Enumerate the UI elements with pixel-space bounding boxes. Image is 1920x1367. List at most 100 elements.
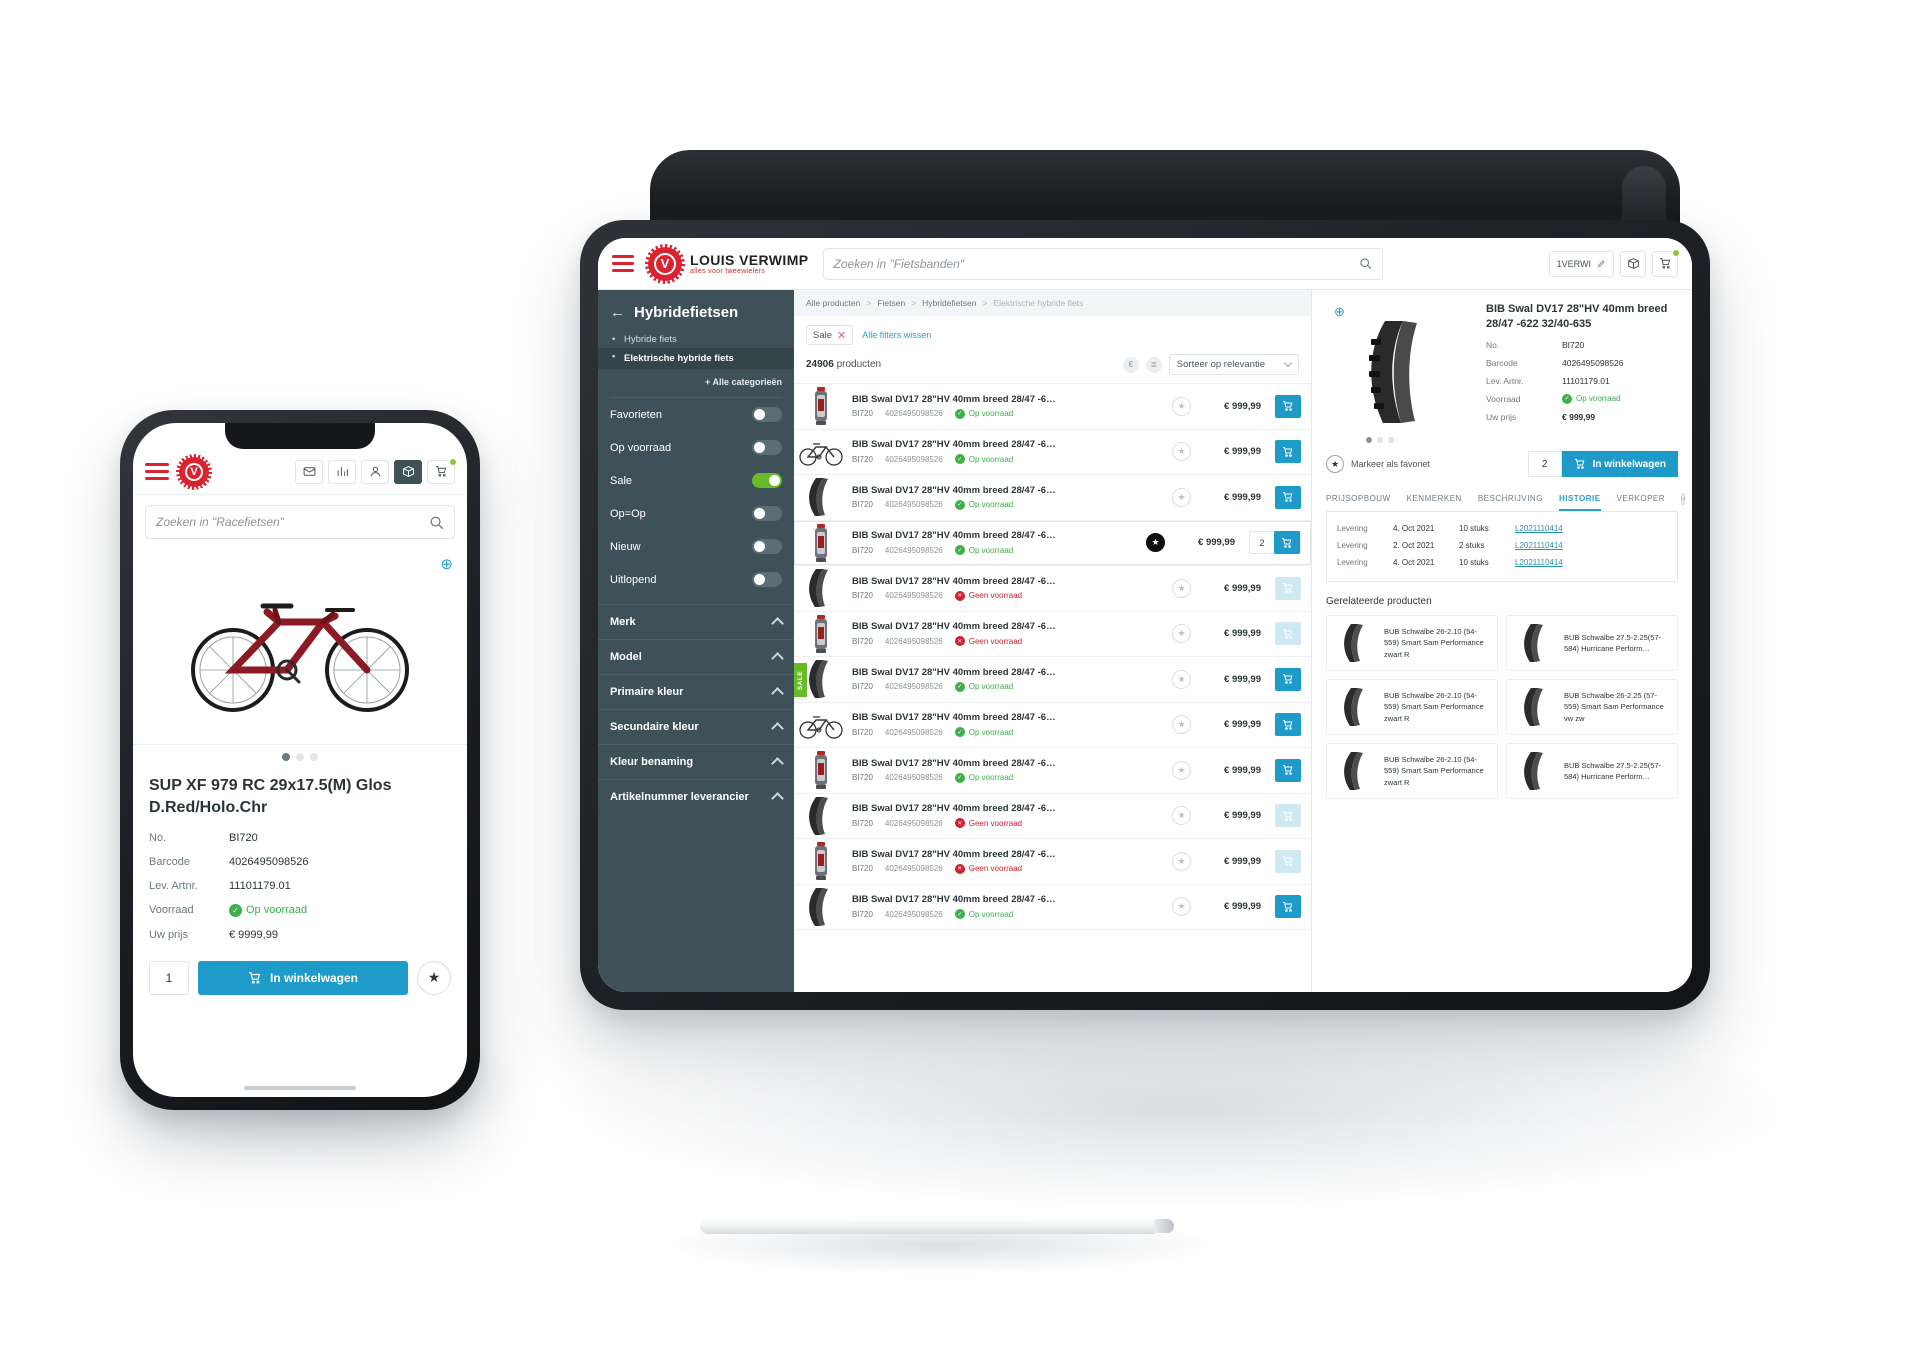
product-row[interactable]: SALE BIB Swal DV17 28"HV 40mm breed 28/47… (794, 657, 1311, 703)
breadcrumb-item-2[interactable]: Hybridefietsen (922, 298, 976, 308)
all-categories-link[interactable]: + Alle categorieën (598, 369, 794, 397)
image-carousel-dots[interactable] (133, 745, 467, 761)
add-to-cart-button[interactable]: In winkelwagen (1561, 451, 1678, 477)
package-icon[interactable] (394, 459, 422, 484)
add-to-cart-button[interactable] (1275, 667, 1301, 691)
history-ref-link[interactable]: L2021110414 (1515, 541, 1563, 550)
favorite-toggle[interactable]: ★ (1172, 578, 1191, 598)
quantity-stepper[interactable]: 1 (149, 960, 189, 995)
tab-prijsopbouw[interactable]: PRIJSOPBOUW (1326, 494, 1391, 511)
chevron-right-icon[interactable]: › (1681, 493, 1686, 505)
phone-product-image[interactable]: ⊕ (133, 545, 467, 745)
related-product-card[interactable]: BUB Schwalbe 26-2.10 (54-559) Smart Sam … (1326, 743, 1498, 799)
quantity-stepper[interactable]: 2 (1249, 531, 1301, 555)
filter-accordion-artikelnummer-leverancier[interactable]: Artikelnummer leverancier (598, 779, 794, 814)
product-row[interactable]: BIB Swal DV17 28"HV 40mm breed 28/47 -6…… (794, 566, 1311, 612)
bar-chart-icon[interactable] (328, 459, 356, 484)
history-ref-link[interactable]: L2021110414 (1515, 524, 1563, 533)
toggle-switch[interactable] (752, 407, 782, 422)
filter-toggle-sale[interactable]: Sale (598, 464, 794, 497)
search-input[interactable]: Zoeken in "Fietsbanden" (822, 247, 1383, 280)
filter-toggle-nieuw[interactable]: Nieuw (598, 530, 794, 563)
filter-toggle-favorieten[interactable]: Favorieten (598, 398, 794, 431)
product-row[interactable]: BIB Swal DV17 28"HV 40mm breed 28/47 -6…… (794, 703, 1311, 748)
brand-logo[interactable]: V LOUIS VERWIMP alles voor tweewielers (645, 243, 809, 284)
cart-icon[interactable] (427, 457, 457, 484)
product-thumbnail[interactable] (794, 885, 848, 928)
favorite-toggle[interactable]: ★ (1172, 806, 1191, 826)
active-filter-chip-sale[interactable]: Sale ✕ (806, 325, 854, 345)
product-row[interactable]: BIB Swal DV17 28"HV 40mm breed 28/47 -6…… (794, 748, 1311, 794)
sort-select[interactable]: Sorteer op relevantie (1168, 354, 1299, 375)
favorite-toggle[interactable]: ★ (1172, 624, 1191, 644)
product-list[interactable]: BIB Swal DV17 28"HV 40mm breed 28/47 -6…… (794, 384, 1311, 992)
cog-logo-icon[interactable]: V (176, 453, 212, 490)
add-to-cart-button[interactable] (1275, 394, 1301, 418)
favorite-toggle[interactable]: ★ (1172, 760, 1191, 780)
tab-historie[interactable]: HISTORIE (1558, 494, 1601, 511)
product-row[interactable]: BIB Swal DV17 28"HV 40mm breed 28/47 -6…… (794, 612, 1311, 657)
product-thumbnail[interactable] (794, 430, 848, 473)
favorite-toggle[interactable]: ★ (1172, 487, 1191, 507)
favorite-toggle[interactable]: ★ (1172, 897, 1191, 917)
phone-search-input[interactable]: Zoeken in "Racefietsen" (145, 505, 455, 539)
toggle-switch[interactable] (752, 473, 782, 488)
product-thumbnail[interactable] (794, 794, 848, 837)
add-to-cart-button[interactable] (1275, 440, 1301, 464)
arrow-left-icon[interactable]: ← (610, 304, 625, 321)
package-icon[interactable] (1620, 250, 1646, 277)
favorite-toggle[interactable]: ★ (1172, 669, 1191, 689)
product-thumbnail[interactable] (794, 521, 848, 564)
add-to-cart-button[interactable] (1275, 713, 1301, 737)
filter-toggle-uitlopend[interactable]: Uitlopend (598, 563, 794, 596)
favorite-toggle[interactable]: ★ (1172, 396, 1191, 416)
product-thumbnail[interactable] (794, 612, 848, 655)
tab-beschrijving[interactable]: BESCHRIJVING (1478, 494, 1543, 511)
product-row[interactable]: BIB Swal DV17 28"HV 40mm breed 28/47 -6…… (794, 839, 1311, 885)
product-row[interactable]: BIB Swal DV17 28"HV 40mm breed 28/47 -6…… (794, 794, 1311, 839)
related-product-card[interactable]: BUB Schwalbe 26-2.25 (57-559) Smart Sam … (1506, 679, 1678, 735)
list-view-icon[interactable]: ≣ (1145, 356, 1162, 373)
cart-icon[interactable] (1652, 248, 1680, 277)
product-thumbnail[interactable] (794, 567, 848, 610)
product-thumbnail[interactable] (794, 476, 848, 519)
product-row[interactable]: BIB Swal DV17 28"HV 40mm breed 28/47 -6…… (794, 885, 1311, 930)
add-to-cart-button[interactable]: In winkelwagen (198, 960, 408, 995)
tab-verkoper[interactable]: VERKOPER (1617, 494, 1665, 511)
filter-accordion-kleur-benaming[interactable]: Kleur benaming (598, 744, 794, 779)
product-row[interactable]: BIB Swal DV17 28"HV 40mm breed 28/47 -6…… (794, 521, 1311, 566)
sidebar-item-elektrische-hybride-fiets[interactable]: Elektrische hybride fiets (598, 348, 794, 369)
filter-accordion-secundaire-kleur[interactable]: Secundaire kleur (598, 709, 794, 744)
product-thumbnail[interactable] (794, 840, 848, 883)
clear-filters-link[interactable]: Alle filters wissen (862, 330, 931, 340)
history-ref-link[interactable]: L2021110414 (1515, 558, 1563, 567)
filter-accordion-model[interactable]: Model (598, 639, 794, 674)
filter-accordion-primaire-kleur[interactable]: Primaire kleur (598, 674, 794, 709)
mail-icon[interactable] (295, 459, 323, 484)
add-to-cart-button[interactable] (1275, 622, 1301, 646)
related-product-card[interactable]: BUB Schwalbe 27.5-2.25(57-584) Hurricane… (1506, 615, 1678, 671)
product-thumbnail[interactable] (794, 749, 848, 792)
product-row[interactable]: BIB Swal DV17 28"HV 40mm breed 28/47 -6…… (794, 430, 1311, 475)
add-to-cart-button[interactable] (1275, 576, 1301, 600)
user-icon[interactable] (361, 459, 389, 484)
add-to-cart-button[interactable] (1275, 758, 1301, 782)
product-row[interactable]: BIB Swal DV17 28"HV 40mm breed 28/47 -6…… (794, 384, 1311, 430)
filter-toggle-op-is-op[interactable]: Op=Op (598, 497, 794, 530)
favorite-toggle[interactable]: ★ (1146, 533, 1165, 553)
toggle-switch[interactable] (752, 572, 782, 587)
zoom-in-icon[interactable]: ⊕ (1334, 304, 1345, 320)
add-to-cart-button[interactable] (1275, 895, 1301, 919)
product-row[interactable]: BIB Swal DV17 28"HV 40mm breed 28/47 -6…… (794, 475, 1311, 521)
add-to-cart-button[interactable] (1275, 485, 1301, 509)
image-carousel-dots[interactable] (1366, 437, 1394, 443)
favorite-toggle[interactable]: ★ (1172, 851, 1191, 871)
add-to-cart-button[interactable] (1275, 849, 1301, 873)
hamburger-icon[interactable] (145, 463, 169, 480)
sidebar-item-hybride-fiets[interactable]: Hybride fiets (598, 331, 794, 348)
filter-accordion-merk[interactable]: Merk (598, 604, 794, 639)
user-chip[interactable]: 1VERWI (1548, 250, 1614, 277)
toggle-switch[interactable] (752, 539, 782, 554)
related-product-card[interactable]: BUB Schwalbe 26-2.10 (54-559) Smart Sam … (1326, 615, 1498, 671)
breadcrumb-item-0[interactable]: Alle producten (806, 298, 860, 308)
